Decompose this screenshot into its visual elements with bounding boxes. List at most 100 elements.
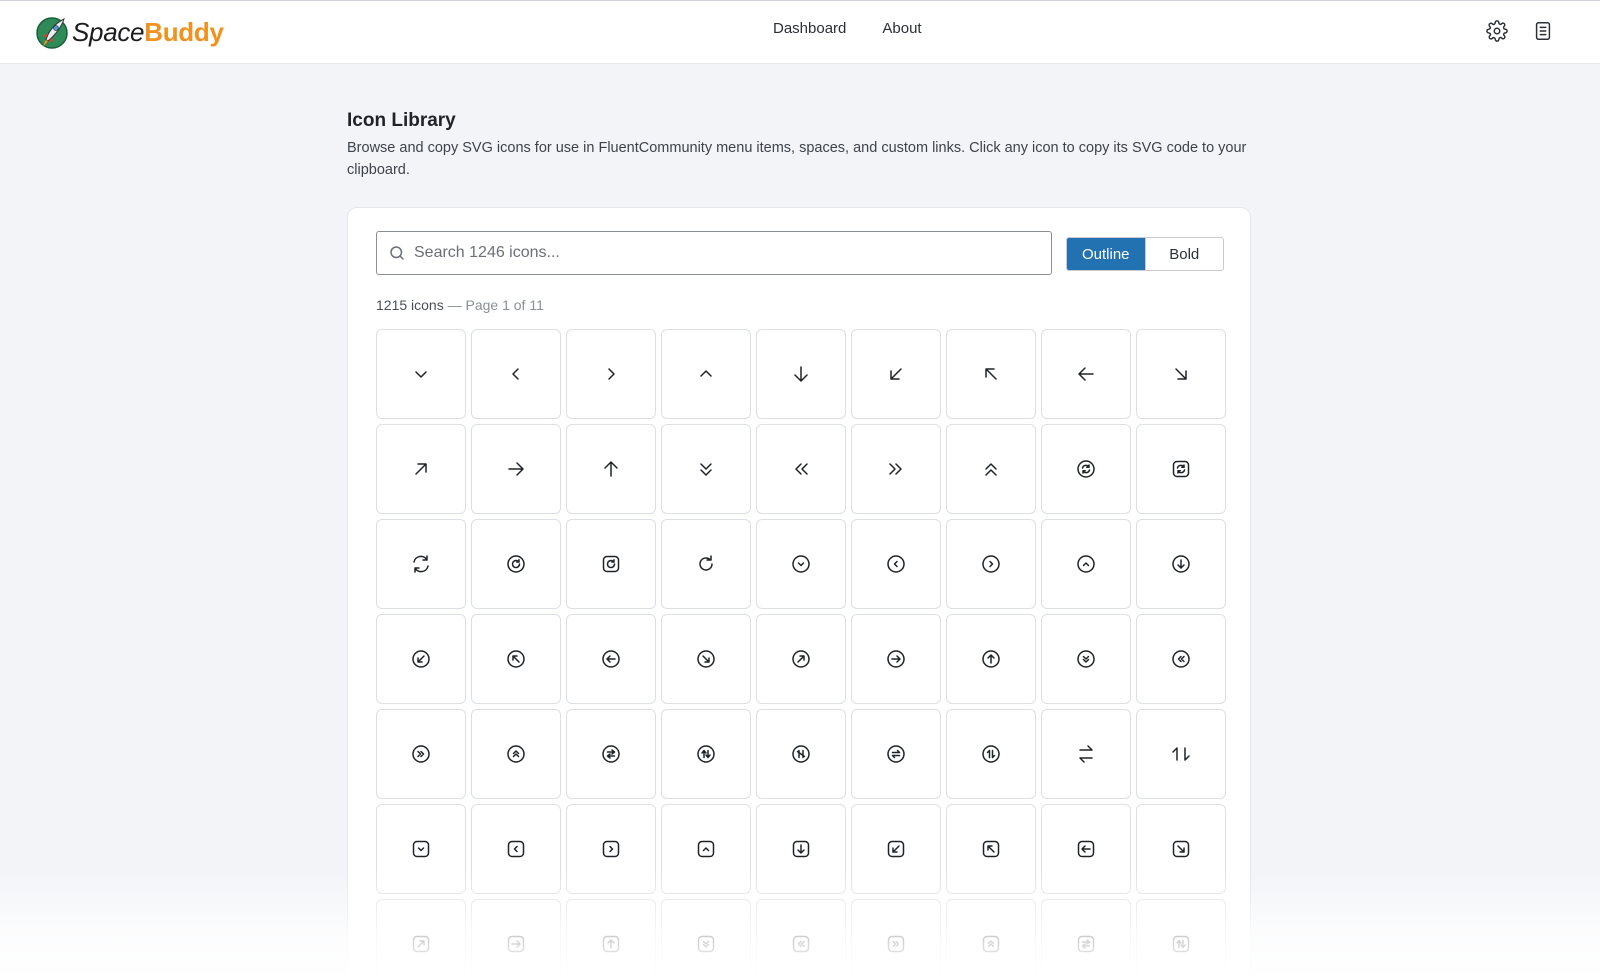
icon-tile[interactable]	[471, 424, 561, 514]
square-arrow-down-right-icon	[1172, 840, 1190, 858]
arrow-up-left-icon	[985, 368, 997, 380]
icon-tile[interactable]	[661, 899, 751, 980]
square-arrow-right-icon	[507, 935, 525, 953]
icon-tile[interactable]	[756, 804, 846, 894]
refresh-icon	[413, 555, 429, 573]
circle-arrow-right-icon	[887, 650, 905, 668]
icon-tile[interactable]	[661, 614, 751, 704]
icon-tile[interactable]	[756, 329, 846, 419]
icon-tile[interactable]	[756, 614, 846, 704]
icon-tile[interactable]	[851, 519, 941, 609]
icon-tile[interactable]	[946, 329, 1036, 419]
circle-chevron-up-icon	[1077, 555, 1095, 573]
icon-tile[interactable]	[851, 709, 941, 799]
icon-tile[interactable]	[756, 519, 846, 609]
icon-tile[interactable]	[851, 804, 941, 894]
toggle-outline[interactable]: Outline	[1067, 238, 1145, 270]
icon-tile[interactable]	[471, 709, 561, 799]
nav-dashboard[interactable]: Dashboard	[773, 20, 846, 37]
icon-tile[interactable]	[1136, 709, 1226, 799]
square-arrow-up-left-icon	[982, 840, 1000, 858]
icon-tile[interactable]	[851, 899, 941, 980]
search-box[interactable]	[376, 231, 1052, 275]
top-header: Space Buddy Dashboard About	[0, 1, 1600, 64]
icon-tile[interactable]	[471, 899, 561, 980]
circle-arrow-up-left-icon	[507, 650, 525, 668]
icon-tile[interactable]	[661, 804, 751, 894]
icon-tile[interactable]	[756, 424, 846, 514]
icon-tile[interactable]	[946, 519, 1036, 609]
chevrons-right-icon	[889, 463, 902, 475]
toggle-bold[interactable]: Bold	[1144, 238, 1223, 270]
icon-tile[interactable]	[661, 519, 751, 609]
icon-tile[interactable]	[566, 519, 656, 609]
icon-tile[interactable]	[946, 614, 1036, 704]
circle-chevron-left-icon	[887, 555, 905, 573]
icon-tile[interactable]	[756, 709, 846, 799]
result-count: 1215 icons — Page 1 of 11	[376, 297, 544, 313]
icon-tile[interactable]	[1041, 899, 1131, 980]
icon-tile[interactable]	[1136, 804, 1226, 894]
icon-tile[interactable]	[1136, 424, 1226, 514]
icon-tile[interactable]	[376, 614, 466, 704]
icon-tile[interactable]	[1136, 329, 1226, 419]
square-arrow-left-icon	[1077, 840, 1095, 858]
icon-tile[interactable]	[661, 709, 751, 799]
icon-tile[interactable]	[1041, 709, 1131, 799]
circle-arrow-up-icon	[982, 650, 1000, 668]
square-arrow-up-icon	[602, 935, 620, 953]
arrow-up-icon	[604, 461, 618, 477]
icon-tile[interactable]	[851, 424, 941, 514]
document-icon[interactable]	[1532, 20, 1554, 42]
icon-tile[interactable]	[946, 804, 1036, 894]
icon-tile[interactable]	[566, 709, 656, 799]
icon-tile[interactable]	[756, 899, 846, 980]
search-input[interactable]	[414, 244, 1034, 262]
circle-arrow-down-right-icon	[697, 650, 715, 668]
icon-tile[interactable]	[566, 804, 656, 894]
icon-tile[interactable]	[946, 424, 1036, 514]
rotate-right-circle-icon	[507, 555, 525, 573]
icon-tile[interactable]	[851, 614, 941, 704]
circle-arrow-down-icon	[1172, 555, 1190, 573]
icon-tile[interactable]	[471, 614, 561, 704]
icon-tile[interactable]	[566, 424, 656, 514]
search-icon	[390, 246, 404, 260]
icon-tile[interactable]	[376, 804, 466, 894]
icon-tile[interactable]	[471, 804, 561, 894]
icon-tile[interactable]	[946, 899, 1036, 980]
nav-about[interactable]: About	[882, 20, 921, 37]
icon-tile[interactable]	[376, 899, 466, 980]
icon-tile[interactable]	[471, 329, 561, 419]
square-swap-horizontal-icon	[1077, 935, 1095, 953]
circle-chevron-right-icon	[982, 555, 1000, 573]
icon-tile[interactable]	[1136, 899, 1226, 980]
icon-tile[interactable]	[1136, 614, 1226, 704]
icon-tile[interactable]	[376, 424, 466, 514]
icon-tile[interactable]	[1041, 804, 1131, 894]
gear-icon[interactable]	[1486, 20, 1508, 42]
icon-tile[interactable]	[1041, 519, 1131, 609]
icon-tile[interactable]	[1136, 519, 1226, 609]
icon-tile[interactable]	[1041, 329, 1131, 419]
square-chevron-down-icon	[412, 840, 430, 858]
icon-tile[interactable]	[376, 709, 466, 799]
icon-tile[interactable]	[661, 424, 751, 514]
icon-tile[interactable]	[1041, 614, 1131, 704]
icon-tile[interactable]	[471, 519, 561, 609]
icon-tile[interactable]	[376, 329, 466, 419]
icon-tile[interactable]	[566, 614, 656, 704]
brand-logo[interactable]: Space Buddy	[36, 14, 224, 50]
chevron-right-icon	[608, 368, 615, 380]
square-chevron-left-icon	[507, 840, 525, 858]
icon-tile[interactable]	[946, 709, 1036, 799]
icon-count: 1215 icons	[376, 297, 444, 313]
arrow-down-icon	[794, 366, 808, 382]
icon-tile[interactable]	[566, 329, 656, 419]
icon-tile[interactable]	[376, 519, 466, 609]
icon-tile[interactable]	[851, 329, 941, 419]
circle-arrow-left-icon	[602, 650, 620, 668]
icon-tile[interactable]	[566, 899, 656, 980]
icon-tile[interactable]	[661, 329, 751, 419]
icon-tile[interactable]	[1041, 424, 1131, 514]
